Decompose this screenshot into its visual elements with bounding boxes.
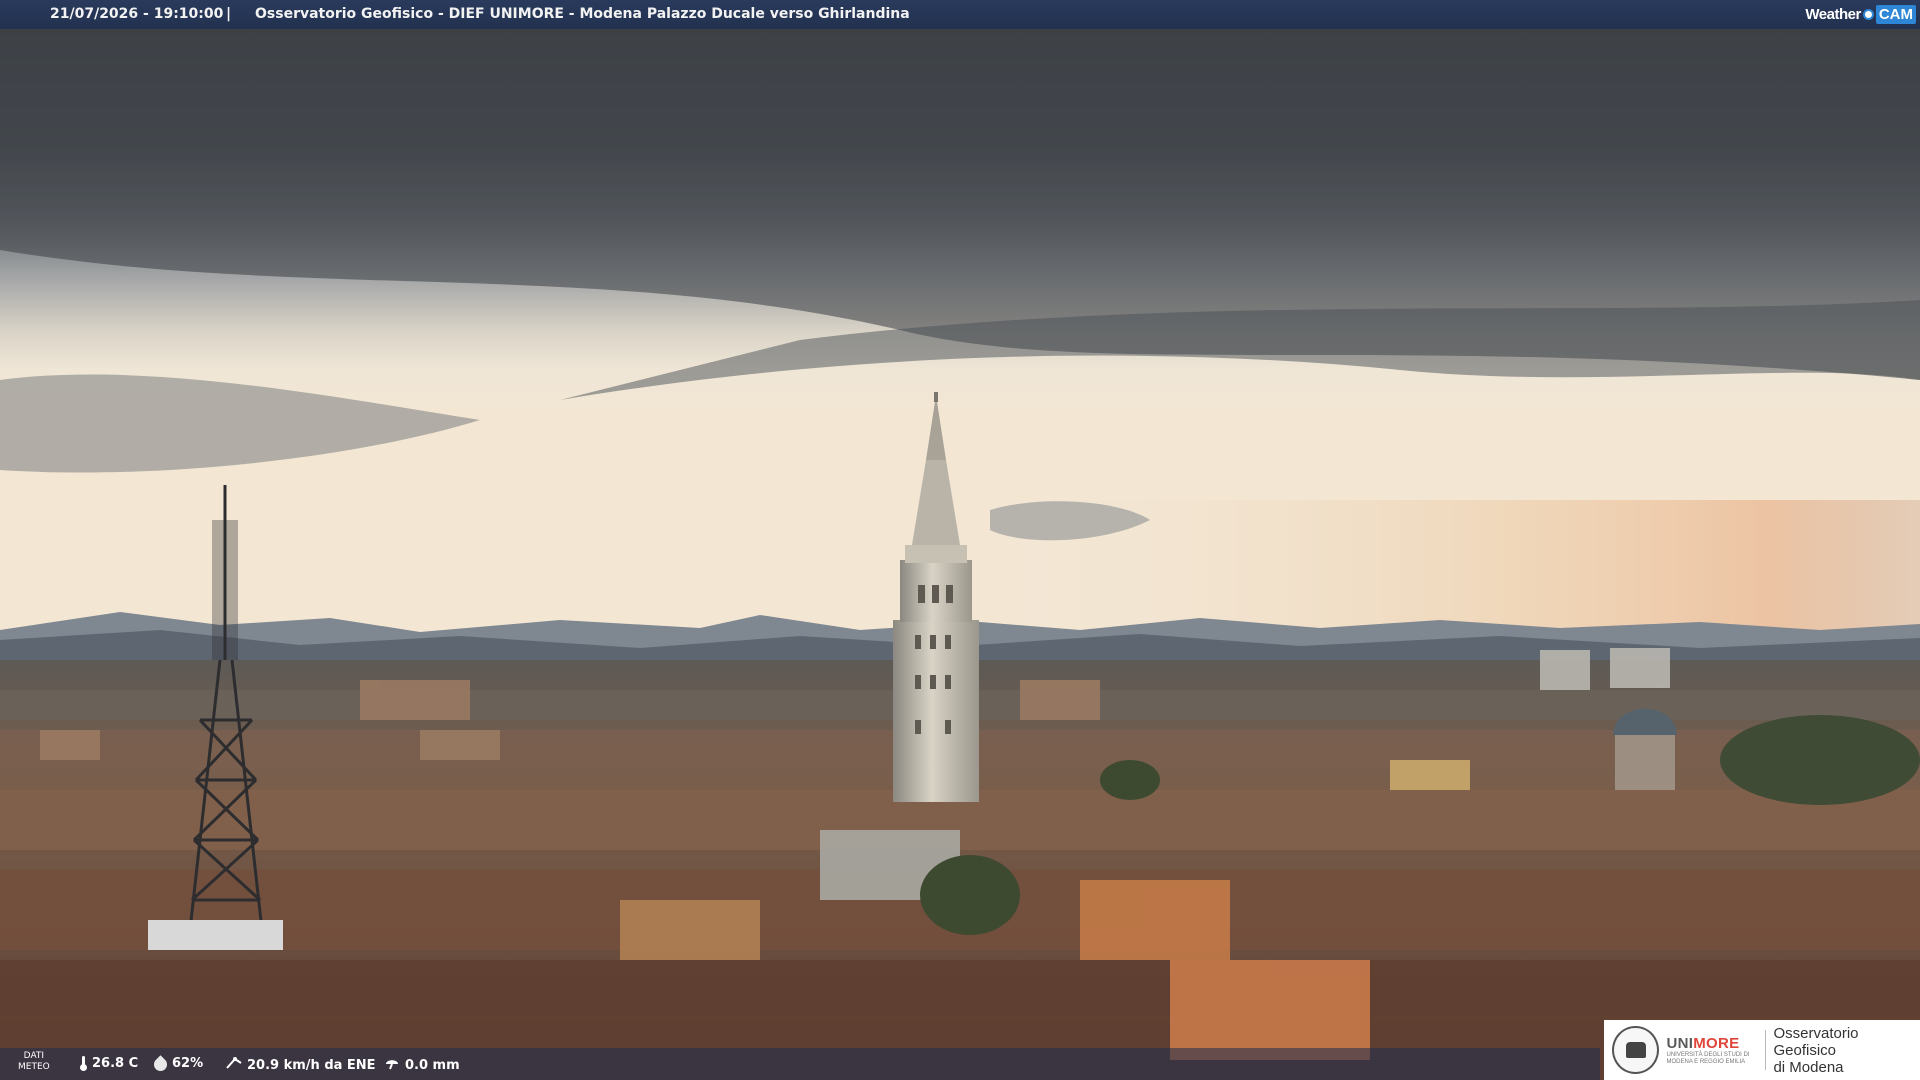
weathercam-logo: Weather CAM	[1805, 3, 1916, 25]
humidity-value: 62%	[172, 1056, 204, 1071]
camera-title: Osservatorio Geofisico - DIEF UNIMORE - …	[255, 6, 910, 22]
university-seal-icon	[1612, 1026, 1659, 1074]
observatory-name: Osservatorio Geofisico di Modena	[1773, 1025, 1920, 1076]
observatory-line1: Osservatorio Geofisico	[1773, 1024, 1859, 1059]
humidity-drop-icon	[151, 1055, 170, 1074]
header-bar: 21/07/2026 - 19:10:00 | Osservatorio Geo…	[0, 0, 1920, 29]
meteo-label-line2: METEO	[18, 1062, 50, 1072]
wind-icon	[226, 1056, 242, 1074]
unimore-logo: UNIMORE UNIVERSITÀ DEGLI STUDI DI MODENA…	[1604, 1020, 1920, 1080]
meteo-label: DATI METEO	[18, 1051, 50, 1073]
rain-icon	[384, 1056, 400, 1074]
rain-value: 0.0 mm	[405, 1057, 460, 1073]
unimore-subtitle: UNIVERSITÀ DEGLI STUDI DI MODENA E REGGI…	[1666, 1051, 1750, 1065]
unimore-wordmark: UNIMORE UNIVERSITÀ DEGLI STUDI DI MODENA…	[1667, 1035, 1757, 1066]
brand-weather-text: Weather	[1805, 5, 1861, 23]
temperature-reading: 26.8 C	[80, 1056, 138, 1071]
wind-value: 20.9 km/h da ENE	[247, 1057, 376, 1073]
meteo-bar: DATI METEO 26.8 C 62% 20.9 km/h da ENE 0…	[0, 1048, 1600, 1080]
brand-cam-text: CAM	[1875, 4, 1916, 24]
unimore-uni-text: UNI	[1666, 1034, 1694, 1052]
wind-reading: 20.9 km/h da ENE	[226, 1056, 376, 1074]
meteo-label-line1: DATI	[23, 1051, 45, 1061]
brand-dot-icon	[1862, 8, 1874, 20]
webcam-image	[0, 0, 1920, 1080]
thermometer-icon	[80, 1056, 87, 1071]
logo-divider	[1764, 1030, 1766, 1070]
temperature-value: 26.8 C	[92, 1056, 139, 1071]
header-separator: |	[226, 6, 232, 22]
timestamp: 21/07/2026 - 19:10:00	[50, 6, 224, 22]
humidity-reading: 62%	[151, 1055, 204, 1074]
rain-reading: 0.0 mm	[384, 1056, 460, 1074]
observatory-line2: di Modena	[1773, 1058, 1844, 1076]
unimore-more-text: MORE	[1693, 1034, 1740, 1052]
